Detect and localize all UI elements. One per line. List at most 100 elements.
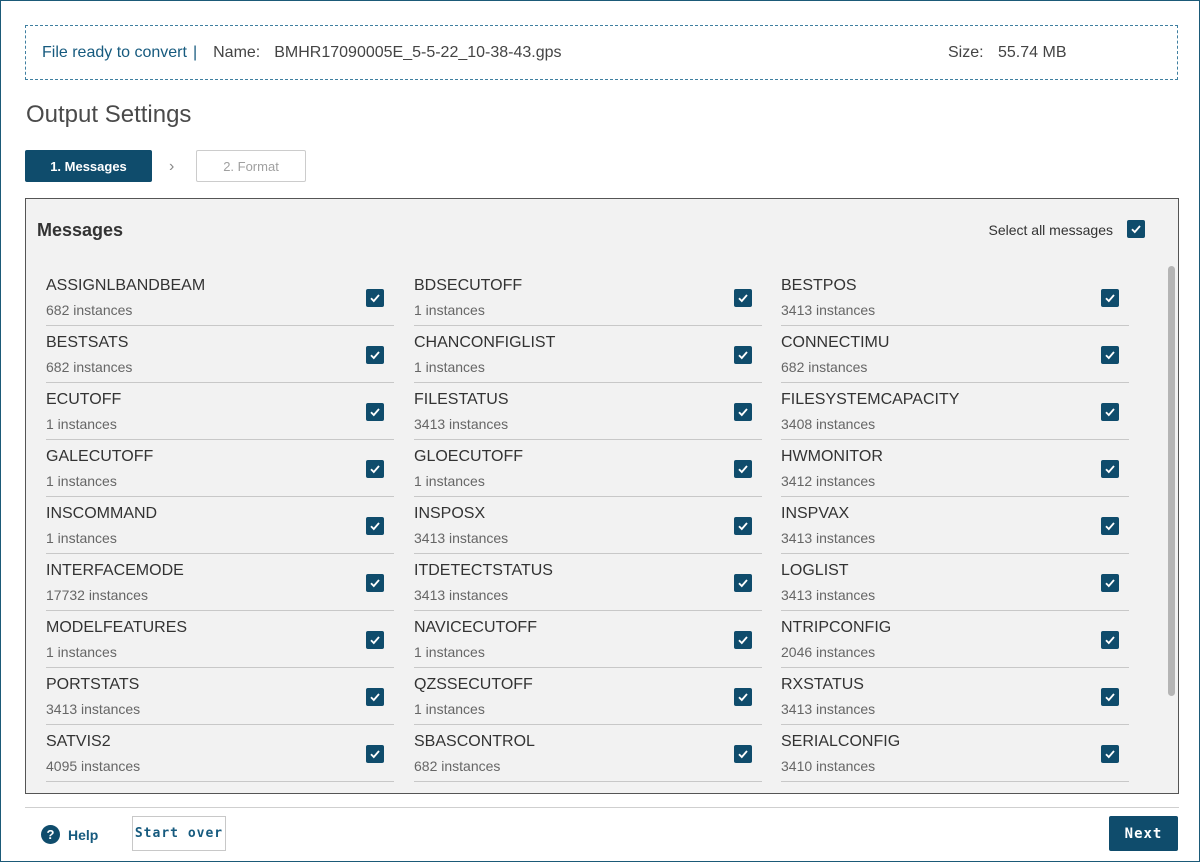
- message-count: 3413 instances: [781, 701, 876, 717]
- file-status: File ready to convert: [42, 43, 187, 61]
- message-item: INSCOMMAND 1 instances: [46, 497, 394, 554]
- message-checkbox[interactable]: [1101, 745, 1119, 763]
- message-count: 1 instances: [414, 359, 485, 375]
- message-count: 682 instances: [781, 359, 868, 375]
- message-count: 3413 instances: [46, 701, 141, 717]
- message-item: GALECUTOFF 1 instances: [46, 440, 394, 497]
- message-count: 3413 instances: [414, 530, 509, 546]
- message-count: 3413 instances: [414, 587, 509, 603]
- message-name: LOGLIST: [781, 562, 849, 579]
- message-checkbox[interactable]: [366, 517, 384, 535]
- message-checkbox[interactable]: [734, 460, 752, 478]
- step-format[interactable]: 2. Format: [196, 150, 306, 182]
- checkmark-icon: [738, 750, 748, 759]
- checkmark-icon: [738, 351, 748, 360]
- message-checkbox[interactable]: [1101, 574, 1119, 592]
- message-item: CHANCONFIGLIST 1 instances: [414, 326, 762, 383]
- message-item: SBASCONTROL 682 instances: [414, 725, 762, 782]
- message-item: MODELFEATURES 1 instances: [46, 611, 394, 668]
- message-count: 1 instances: [414, 302, 485, 318]
- message-count: 1 instances: [46, 416, 117, 432]
- message-checkbox[interactable]: [366, 688, 384, 706]
- message-checkbox[interactable]: [734, 688, 752, 706]
- message-item: QZSSECUTOFF 1 instances: [414, 668, 762, 725]
- message-checkbox[interactable]: [1101, 517, 1119, 535]
- select-all-checkbox[interactable]: [1127, 220, 1145, 238]
- message-name: PORTSTATS: [46, 676, 140, 693]
- checkmark-icon: [1105, 465, 1115, 474]
- scrollbar-thumb[interactable]: [1168, 266, 1175, 696]
- message-count: 1 instances: [414, 644, 485, 660]
- message-name: BDSECUTOFF: [414, 277, 523, 294]
- checkmark-icon: [1105, 693, 1115, 702]
- message-checkbox[interactable]: [1101, 460, 1119, 478]
- checkmark-icon: [370, 579, 380, 588]
- message-checkbox[interactable]: [734, 631, 752, 649]
- message-name: INSPOSX: [414, 505, 486, 522]
- checkmark-icon: [370, 693, 380, 702]
- message-name: QZSSECUTOFF: [414, 676, 533, 693]
- message-name: SERIALCONFIG: [781, 733, 901, 750]
- message-checkbox[interactable]: [734, 574, 752, 592]
- start-over-button[interactable]: Start over: [132, 816, 226, 851]
- message-name: INSPVAX: [781, 505, 850, 522]
- message-item: ECUTOFF 1 instances: [46, 383, 394, 440]
- message-item: LOGLIST 3413 instances: [781, 554, 1129, 611]
- message-count: 1 instances: [46, 473, 117, 489]
- message-name: RXSTATUS: [781, 676, 864, 693]
- message-name: INTERFACEMODE: [46, 562, 184, 579]
- file-size-label: Size:: [948, 43, 984, 61]
- message-count: 3413 instances: [781, 587, 876, 603]
- message-checkbox[interactable]: [1101, 631, 1119, 649]
- checkmark-icon: [1131, 225, 1141, 234]
- help-button[interactable]: ? Help: [41, 825, 98, 844]
- message-checkbox[interactable]: [734, 745, 752, 763]
- chevron-right-icon: ›: [169, 158, 175, 175]
- message-checkbox[interactable]: [366, 289, 384, 307]
- message-item: RXSTATUS 3413 instances: [781, 668, 1129, 725]
- message-checkbox[interactable]: [366, 631, 384, 649]
- message-checkbox[interactable]: [366, 460, 384, 478]
- message-item: SATVIS2 4095 instances: [46, 725, 394, 782]
- message-item: INSPOSX 3413 instances: [414, 497, 762, 554]
- message-checkbox[interactable]: [366, 574, 384, 592]
- checkmark-icon: [370, 465, 380, 474]
- message-name: SBASCONTROL: [414, 733, 535, 750]
- message-checkbox[interactable]: [366, 346, 384, 364]
- message-name: ITDETECTSTATUS: [414, 562, 553, 579]
- message-checkbox[interactable]: [366, 745, 384, 763]
- next-button[interactable]: Next: [1109, 816, 1178, 851]
- message-item: PORTSTATS 3413 instances: [46, 668, 394, 725]
- message-checkbox[interactable]: [1101, 688, 1119, 706]
- message-count: 682 instances: [46, 302, 133, 318]
- message-checkbox[interactable]: [734, 289, 752, 307]
- message-count: 1 instances: [46, 530, 117, 546]
- step-messages[interactable]: 1. Messages: [25, 150, 152, 182]
- message-checkbox[interactable]: [734, 346, 752, 364]
- message-checkbox[interactable]: [734, 517, 752, 535]
- checkmark-icon: [1105, 351, 1115, 360]
- message-count: 2046 instances: [781, 644, 876, 660]
- checkmark-icon: [370, 522, 380, 531]
- message-name: CONNECTIMU: [781, 334, 890, 351]
- checkmark-icon: [1105, 750, 1115, 759]
- message-count: 17732 instances: [46, 587, 148, 603]
- message-count: 3413 instances: [781, 302, 876, 318]
- message-checkbox[interactable]: [734, 403, 752, 421]
- message-checkbox[interactable]: [1101, 346, 1119, 364]
- message-count: 4095 instances: [46, 758, 141, 774]
- file-name-label: Name:: [213, 43, 261, 61]
- select-all-label: Select all messages: [988, 222, 1113, 238]
- checkmark-icon: [1105, 579, 1115, 588]
- message-count: 682 instances: [46, 359, 133, 375]
- app-frame: File ready to convert | Name: BMHR170900…: [0, 0, 1200, 862]
- checkmark-icon: [370, 294, 380, 303]
- message-checkbox[interactable]: [1101, 403, 1119, 421]
- message-count: 1 instances: [46, 644, 117, 660]
- message-item: BDSECUTOFF 1 instances: [414, 269, 762, 326]
- message-name: INSCOMMAND: [46, 505, 158, 522]
- message-name: BESTPOS: [781, 277, 857, 294]
- message-checkbox[interactable]: [1101, 289, 1119, 307]
- message-checkbox[interactable]: [366, 403, 384, 421]
- message-item: ITDETECTSTATUS 3413 instances: [414, 554, 762, 611]
